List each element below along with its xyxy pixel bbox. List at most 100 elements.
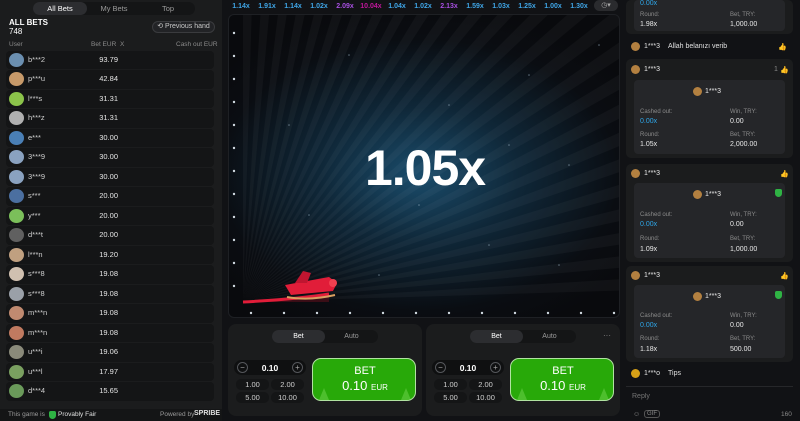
bet-amount: 15.65 bbox=[99, 386, 118, 396]
avatar bbox=[9, 189, 24, 204]
chat-message-card: 1***3 1 👍 1***3 Cashed out: Win, TRY: 0.… bbox=[626, 59, 793, 158]
avatar bbox=[9, 384, 24, 399]
tab-bet[interactable]: Bet bbox=[272, 330, 325, 343]
chat-message-card: 0.00x Round: Bet, TRY: 1.98x 1,000.00 bbox=[626, 0, 793, 34]
bet-amount: 42.84 bbox=[99, 74, 118, 84]
quick-amount-10[interactable]: 10.00 bbox=[271, 392, 304, 403]
all-bets-panel: All Bets My Bets Top ALL BETS 748 ⟲ Prev… bbox=[0, 0, 222, 421]
history-multiplier[interactable]: 1.02x bbox=[410, 3, 436, 10]
history-multiplier[interactable]: 1.04x bbox=[384, 3, 410, 10]
bet-mode-tabs: Bet Auto bbox=[272, 330, 378, 343]
cashed-out-label: Cashed out: bbox=[640, 212, 673, 218]
history-multiplier[interactable]: 1.91x bbox=[254, 3, 280, 10]
chat-input-area: ☺ GIF 160 bbox=[626, 386, 793, 421]
remove-panel-button[interactable]: ··· bbox=[603, 331, 611, 340]
bet-amount-stepper: − 0.10 + bbox=[234, 360, 306, 375]
bets-count: 748 bbox=[9, 27, 23, 36]
provably-fair-link[interactable]: Provably Fair bbox=[58, 411, 96, 418]
bet-row: e*** 30.00 bbox=[6, 128, 214, 148]
quick-amount-5[interactable]: 5.00 bbox=[434, 392, 467, 403]
bet-amount: 30.00 bbox=[99, 171, 118, 181]
tab-bet[interactable]: Bet bbox=[470, 330, 523, 343]
tab-auto[interactable]: Auto bbox=[325, 330, 378, 343]
bet-username: s***8 bbox=[28, 288, 45, 298]
shield-icon bbox=[775, 291, 782, 299]
tab-all-bets[interactable]: All Bets bbox=[33, 2, 87, 15]
history-multiplier[interactable]: 1.14x bbox=[228, 3, 254, 10]
avatar bbox=[9, 169, 24, 184]
history-multiplier[interactable]: 2.09x bbox=[332, 3, 358, 10]
round-label: Round: bbox=[640, 236, 660, 242]
gif-button[interactable]: GIF bbox=[644, 410, 660, 418]
plus-icon[interactable]: + bbox=[490, 362, 501, 373]
bet-row: l***s 31.31 bbox=[6, 89, 214, 109]
history-multiplier[interactable]: 1.02x bbox=[306, 3, 332, 10]
plus-icon[interactable]: + bbox=[292, 362, 303, 373]
chat-username: 1***3 bbox=[644, 66, 660, 73]
reply-input[interactable] bbox=[632, 390, 782, 402]
bet-row: b***2 93.79 bbox=[6, 51, 214, 70]
bet-share-user: 1***3 bbox=[705, 191, 721, 198]
bet-label: Bet, TRY: bbox=[730, 336, 756, 342]
history-toggle-button[interactable]: ◷▾ bbox=[594, 0, 618, 11]
avatar bbox=[631, 271, 640, 280]
bet-amount-stepper: − 0.10 + bbox=[432, 360, 504, 375]
bet-username: d***4 bbox=[28, 386, 46, 396]
round-value: 1.05x bbox=[640, 141, 658, 148]
quick-amount-10[interactable]: 10.00 bbox=[469, 392, 502, 403]
like-icon[interactable]: 👍 bbox=[778, 43, 787, 51]
bet-panel-1: Bet Auto − 0.10 + 1.00 2.00 5.00 10.00 B… bbox=[228, 324, 422, 416]
shield-icon bbox=[775, 189, 782, 197]
previous-hand-button[interactable]: ⟲ Previous hand bbox=[152, 21, 215, 33]
history-multiplier[interactable]: 1.59x bbox=[462, 3, 488, 10]
avatar bbox=[9, 228, 24, 243]
history-multiplier[interactable]: 1.30x bbox=[566, 3, 592, 10]
emoji-icon[interactable]: ☺ bbox=[633, 411, 640, 418]
bet-row: d***t 20.00 bbox=[6, 226, 214, 245]
bet-amount: 19.08 bbox=[99, 288, 118, 298]
bet-username: 3***9 bbox=[28, 171, 46, 181]
col-cash-out: Cash out EUR bbox=[176, 41, 218, 48]
history-multiplier[interactable]: 1.25x bbox=[514, 3, 540, 10]
avatar bbox=[631, 65, 640, 74]
bet-username: y*** bbox=[28, 210, 41, 220]
quick-amount-1[interactable]: 1.00 bbox=[236, 379, 269, 390]
bet-share: 1***3 Cashed out: Win, TRY: 0.00x 0.00 R… bbox=[634, 80, 785, 154]
game-canvas: 1.05x bbox=[228, 14, 620, 318]
tab-top[interactable]: Top bbox=[141, 2, 195, 15]
bet-button[interactable]: BET 0.10 EUR bbox=[312, 358, 416, 401]
quick-amount-5[interactable]: 5.00 bbox=[236, 392, 269, 403]
cashed-out-label: Cashed out: bbox=[640, 313, 673, 319]
avatar bbox=[9, 286, 24, 301]
quick-amount-2[interactable]: 2.00 bbox=[469, 379, 502, 390]
history-multiplier[interactable]: 1.14x bbox=[280, 3, 306, 10]
bet-share: 1***3 Cashed out: Win, TRY: 0.00x 0.00 R… bbox=[634, 285, 785, 358]
cashed-out-value: 0.00x bbox=[640, 118, 658, 125]
bet-row: s***8 19.08 bbox=[6, 284, 214, 304]
tab-my-bets[interactable]: My Bets bbox=[87, 2, 141, 15]
history-multiplier[interactable]: 1.00x bbox=[540, 3, 566, 10]
bet-share: 1***3 Cashed out: Win, TRY: 0.00x 0.00 R… bbox=[634, 183, 785, 258]
quick-amount-1[interactable]: 1.00 bbox=[434, 379, 467, 390]
col-x: X bbox=[120, 41, 125, 48]
bet-row: d***4 15.65 bbox=[6, 382, 214, 401]
spribe-logo: SPRIBE bbox=[194, 410, 221, 417]
bet-button[interactable]: BET 0.10 EUR bbox=[510, 358, 614, 401]
bet-value: 1,000.00 bbox=[730, 21, 758, 28]
bet-username: b***2 bbox=[28, 55, 46, 64]
round-label: Round: bbox=[640, 336, 660, 342]
bet-username: s*** bbox=[28, 191, 41, 201]
like-icon[interactable]: 👍 bbox=[780, 170, 789, 178]
chat-username: 1***3 bbox=[644, 170, 660, 177]
history-multiplier[interactable]: 1.03x bbox=[488, 3, 514, 10]
tab-auto[interactable]: Auto bbox=[523, 330, 576, 343]
history-multiplier[interactable]: 10.04x bbox=[358, 3, 384, 10]
quick-amount-2[interactable]: 2.00 bbox=[271, 379, 304, 390]
col-bet: Bet EUR bbox=[91, 41, 117, 48]
like-icon[interactable]: 👍 bbox=[780, 272, 789, 280]
cashed-out-value: 0.00x bbox=[640, 0, 658, 7]
like-icon[interactable]: 👍 bbox=[780, 66, 789, 74]
avatar bbox=[9, 208, 24, 223]
bet-username: h***z bbox=[28, 113, 45, 123]
history-multiplier[interactable]: 2.13x bbox=[436, 3, 462, 10]
